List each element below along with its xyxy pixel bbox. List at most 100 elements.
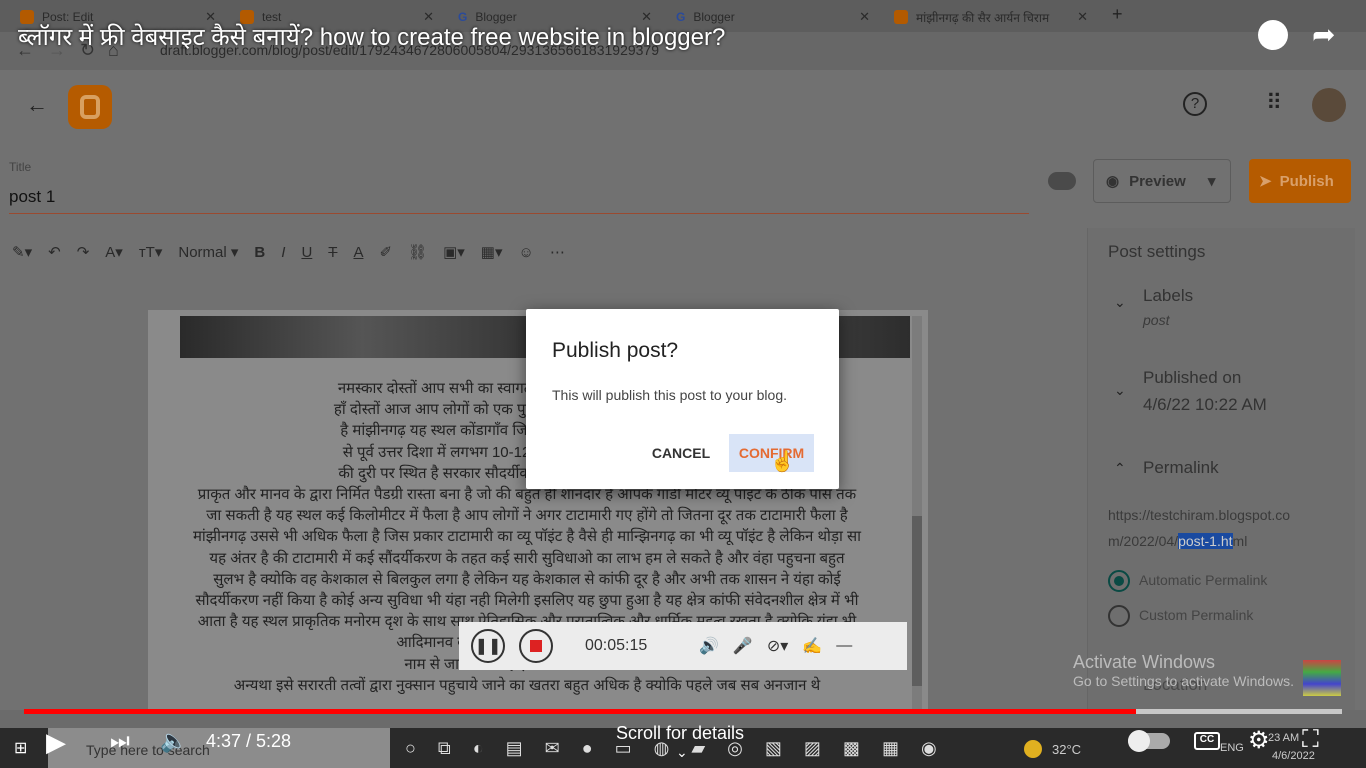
custom-permalink-radio[interactable] bbox=[1108, 605, 1130, 627]
labels-section[interactable]: Labels bbox=[1143, 286, 1193, 306]
settings-gear-icon[interactable]: ⚙ bbox=[1248, 726, 1270, 755]
font-size-icon[interactable]: тT▾ bbox=[139, 243, 163, 261]
new-tab-icon[interactable]: + bbox=[1112, 4, 1123, 25]
text-color-icon[interactable]: A bbox=[353, 244, 363, 261]
title-label: Title bbox=[9, 160, 32, 174]
video-time: 4:37 / 5:28 bbox=[206, 731, 292, 751]
volume-icon[interactable]: 🔈 bbox=[160, 728, 187, 754]
emoji-icon[interactable]: ☺ bbox=[519, 244, 534, 261]
strikethrough-icon[interactable]: T bbox=[328, 244, 337, 261]
play-icon[interactable]: ▶ bbox=[46, 727, 66, 758]
font-icon[interactable]: A▾ bbox=[105, 243, 123, 261]
chevron-down-icon[interactable]: ▾ bbox=[1208, 172, 1216, 190]
speaker-icon[interactable]: 🔊 bbox=[699, 636, 719, 656]
body-line: यह अंतर है की टाटामारी में कई सौंदर्यीकर… bbox=[209, 549, 845, 567]
word-icon[interactable]: ▩ bbox=[843, 738, 860, 759]
captions-icon[interactable]: CC bbox=[1194, 732, 1220, 750]
webcam-off-icon[interactable]: ⊘▾ bbox=[767, 636, 788, 656]
video-title[interactable]: ब्लॉगर में फ्री वेबसाइट कैसे बनायें? how… bbox=[18, 20, 725, 53]
close-icon[interactable]: ✕ bbox=[859, 9, 870, 25]
body-line: मांझीनगढ़ उससे भी अधिक फैला है जिस प्रका… bbox=[192, 528, 862, 546]
store-icon[interactable]: ▤ bbox=[506, 738, 523, 759]
app-icon[interactable]: ▨ bbox=[804, 738, 821, 759]
permalink-url: https://testchiram.blogspot.co m/2022/04… bbox=[1108, 502, 1326, 554]
video-progress-bar[interactable] bbox=[24, 709, 1342, 714]
share-icon[interactable]: ➦ bbox=[1312, 18, 1335, 51]
send-icon: ➤ bbox=[1259, 173, 1272, 190]
chevron-up-icon[interactable]: ⌃ bbox=[1114, 460, 1126, 477]
close-icon[interactable]: ✕ bbox=[1077, 9, 1088, 25]
autoplay-toggle[interactable] bbox=[1128, 730, 1170, 752]
annotate-pen-icon[interactable]: ✍ bbox=[802, 636, 822, 656]
bold-icon[interactable]: B bbox=[254, 244, 265, 261]
edge-icon[interactable]: ◐ bbox=[473, 738, 484, 759]
app-icon[interactable]: ▦ bbox=[882, 738, 899, 759]
firefox-icon[interactable]: ● bbox=[582, 738, 593, 759]
apps-grid-icon[interactable]: ⠿ bbox=[1266, 90, 1282, 116]
screen-recorder-bar: ❚❚ 00:05:15 🔊 🎤 ⊘▾ ✍ — bbox=[459, 622, 907, 670]
link-icon[interactable]: ⛓ bbox=[408, 243, 427, 261]
body-line: सुलभ है क्योकि वह केशकाल से बिलकुल लगा ह… bbox=[213, 570, 841, 588]
temperature: 32°C bbox=[1052, 742, 1082, 757]
dialog-title: Publish post? bbox=[552, 339, 679, 362]
recording-time: 00:05:15 bbox=[585, 637, 648, 654]
preview-button[interactable]: ◉ Preview ▾ bbox=[1093, 159, 1231, 203]
publish-label: Publish bbox=[1279, 172, 1334, 190]
tab-manjhinagarh[interactable]: मांझीनगढ़ की सैर आर्यन चिराम ✕ bbox=[880, 4, 1098, 30]
chevron-down-icon[interactable]: ⌄ bbox=[1114, 294, 1126, 311]
tab-label: मांझीनगढ़ की सैर आर्यन चिराम bbox=[916, 10, 1050, 25]
undo-icon[interactable]: ↶ bbox=[48, 243, 61, 261]
watermark-line2: Go to Settings to activate Windows. bbox=[1073, 673, 1294, 689]
more-icon[interactable]: ⋯ bbox=[550, 243, 565, 261]
pause-recording-button[interactable]: ❚❚ bbox=[471, 629, 505, 663]
italic-icon[interactable]: I bbox=[281, 244, 285, 261]
task-view-icon[interactable]: ⧉ bbox=[438, 738, 451, 759]
labels-value: post bbox=[1143, 312, 1170, 328]
exit-fullscreen-icon[interactable]: ⛶ bbox=[1302, 726, 1319, 754]
cortana-icon[interactable]: ○ bbox=[405, 738, 416, 759]
pen-mode-icon[interactable]: ✎▾ bbox=[12, 243, 32, 261]
avatar[interactable] bbox=[1312, 88, 1346, 122]
watch-later-icon[interactable] bbox=[1258, 20, 1288, 50]
chevron-down-icon[interactable]: ⌄ bbox=[1114, 382, 1126, 399]
mail-icon[interactable]: ✉ bbox=[545, 738, 560, 759]
published-on-section[interactable]: Published on bbox=[1143, 368, 1241, 388]
back-arrow-icon[interactable]: ← bbox=[26, 92, 48, 118]
automatic-permalink-label: Automatic Permalink bbox=[1139, 572, 1268, 588]
redo-icon[interactable]: ↷ bbox=[77, 243, 90, 261]
hand-cursor-icon: ☝ bbox=[770, 451, 795, 473]
post-settings-header: Post settings bbox=[1108, 242, 1206, 261]
minimize-icon[interactable]: — bbox=[836, 637, 852, 655]
automatic-permalink-radio[interactable] bbox=[1108, 570, 1130, 592]
next-icon[interactable]: ⏭ bbox=[110, 728, 130, 754]
title-input[interactable]: post 1 bbox=[9, 187, 1029, 214]
microphone-icon[interactable]: 🎤 bbox=[733, 636, 753, 656]
underline-icon[interactable]: U bbox=[301, 244, 312, 261]
editor-scrollbar[interactable] bbox=[912, 316, 922, 710]
format-value: Normal bbox=[178, 244, 227, 261]
blogger-favicon-icon bbox=[894, 10, 908, 24]
permalink-section[interactable]: Permalink bbox=[1143, 458, 1219, 478]
dialog-message: This will publish this post to your blog… bbox=[552, 387, 787, 403]
published-value: 4/6/22 10:22 AM bbox=[1143, 395, 1267, 414]
custom-permalink-label: Custom Permalink bbox=[1139, 607, 1254, 623]
windows-start-icon[interactable]: ⊞ bbox=[14, 738, 27, 758]
publish-button[interactable]: ➤ Publish bbox=[1249, 159, 1351, 203]
chevron-down-icon[interactable]: ⌄ bbox=[676, 744, 688, 761]
app-icon[interactable]: ▧ bbox=[765, 738, 782, 759]
permalink-suffix: ml bbox=[1232, 533, 1248, 549]
preview-label: Preview bbox=[1129, 172, 1186, 190]
help-icon[interactable]: ? bbox=[1183, 92, 1207, 116]
post-settings-panel: Post settings ⌄ Labels post ⌄ Published … bbox=[1087, 228, 1355, 710]
app-icon[interactable]: ◉ bbox=[921, 738, 937, 759]
scroll-for-details[interactable]: Scroll for details bbox=[616, 723, 744, 744]
stop-recording-button[interactable] bbox=[519, 629, 553, 663]
highlight-icon[interactable]: ✐ bbox=[379, 243, 392, 261]
paragraph-format-select[interactable]: Normal ▾ bbox=[178, 243, 238, 261]
language-indicator[interactable]: ENG bbox=[1220, 742, 1244, 754]
video-icon[interactable]: ▦▾ bbox=[481, 243, 503, 261]
image-icon[interactable]: ▣▾ bbox=[443, 243, 465, 261]
body-line: जा सकती है यह स्थल कई किलोमीटर में फैला … bbox=[206, 507, 848, 525]
cancel-button[interactable]: CANCEL bbox=[644, 435, 718, 471]
activate-windows-watermark: Activate Windows Go to Settings to activ… bbox=[1073, 652, 1294, 689]
